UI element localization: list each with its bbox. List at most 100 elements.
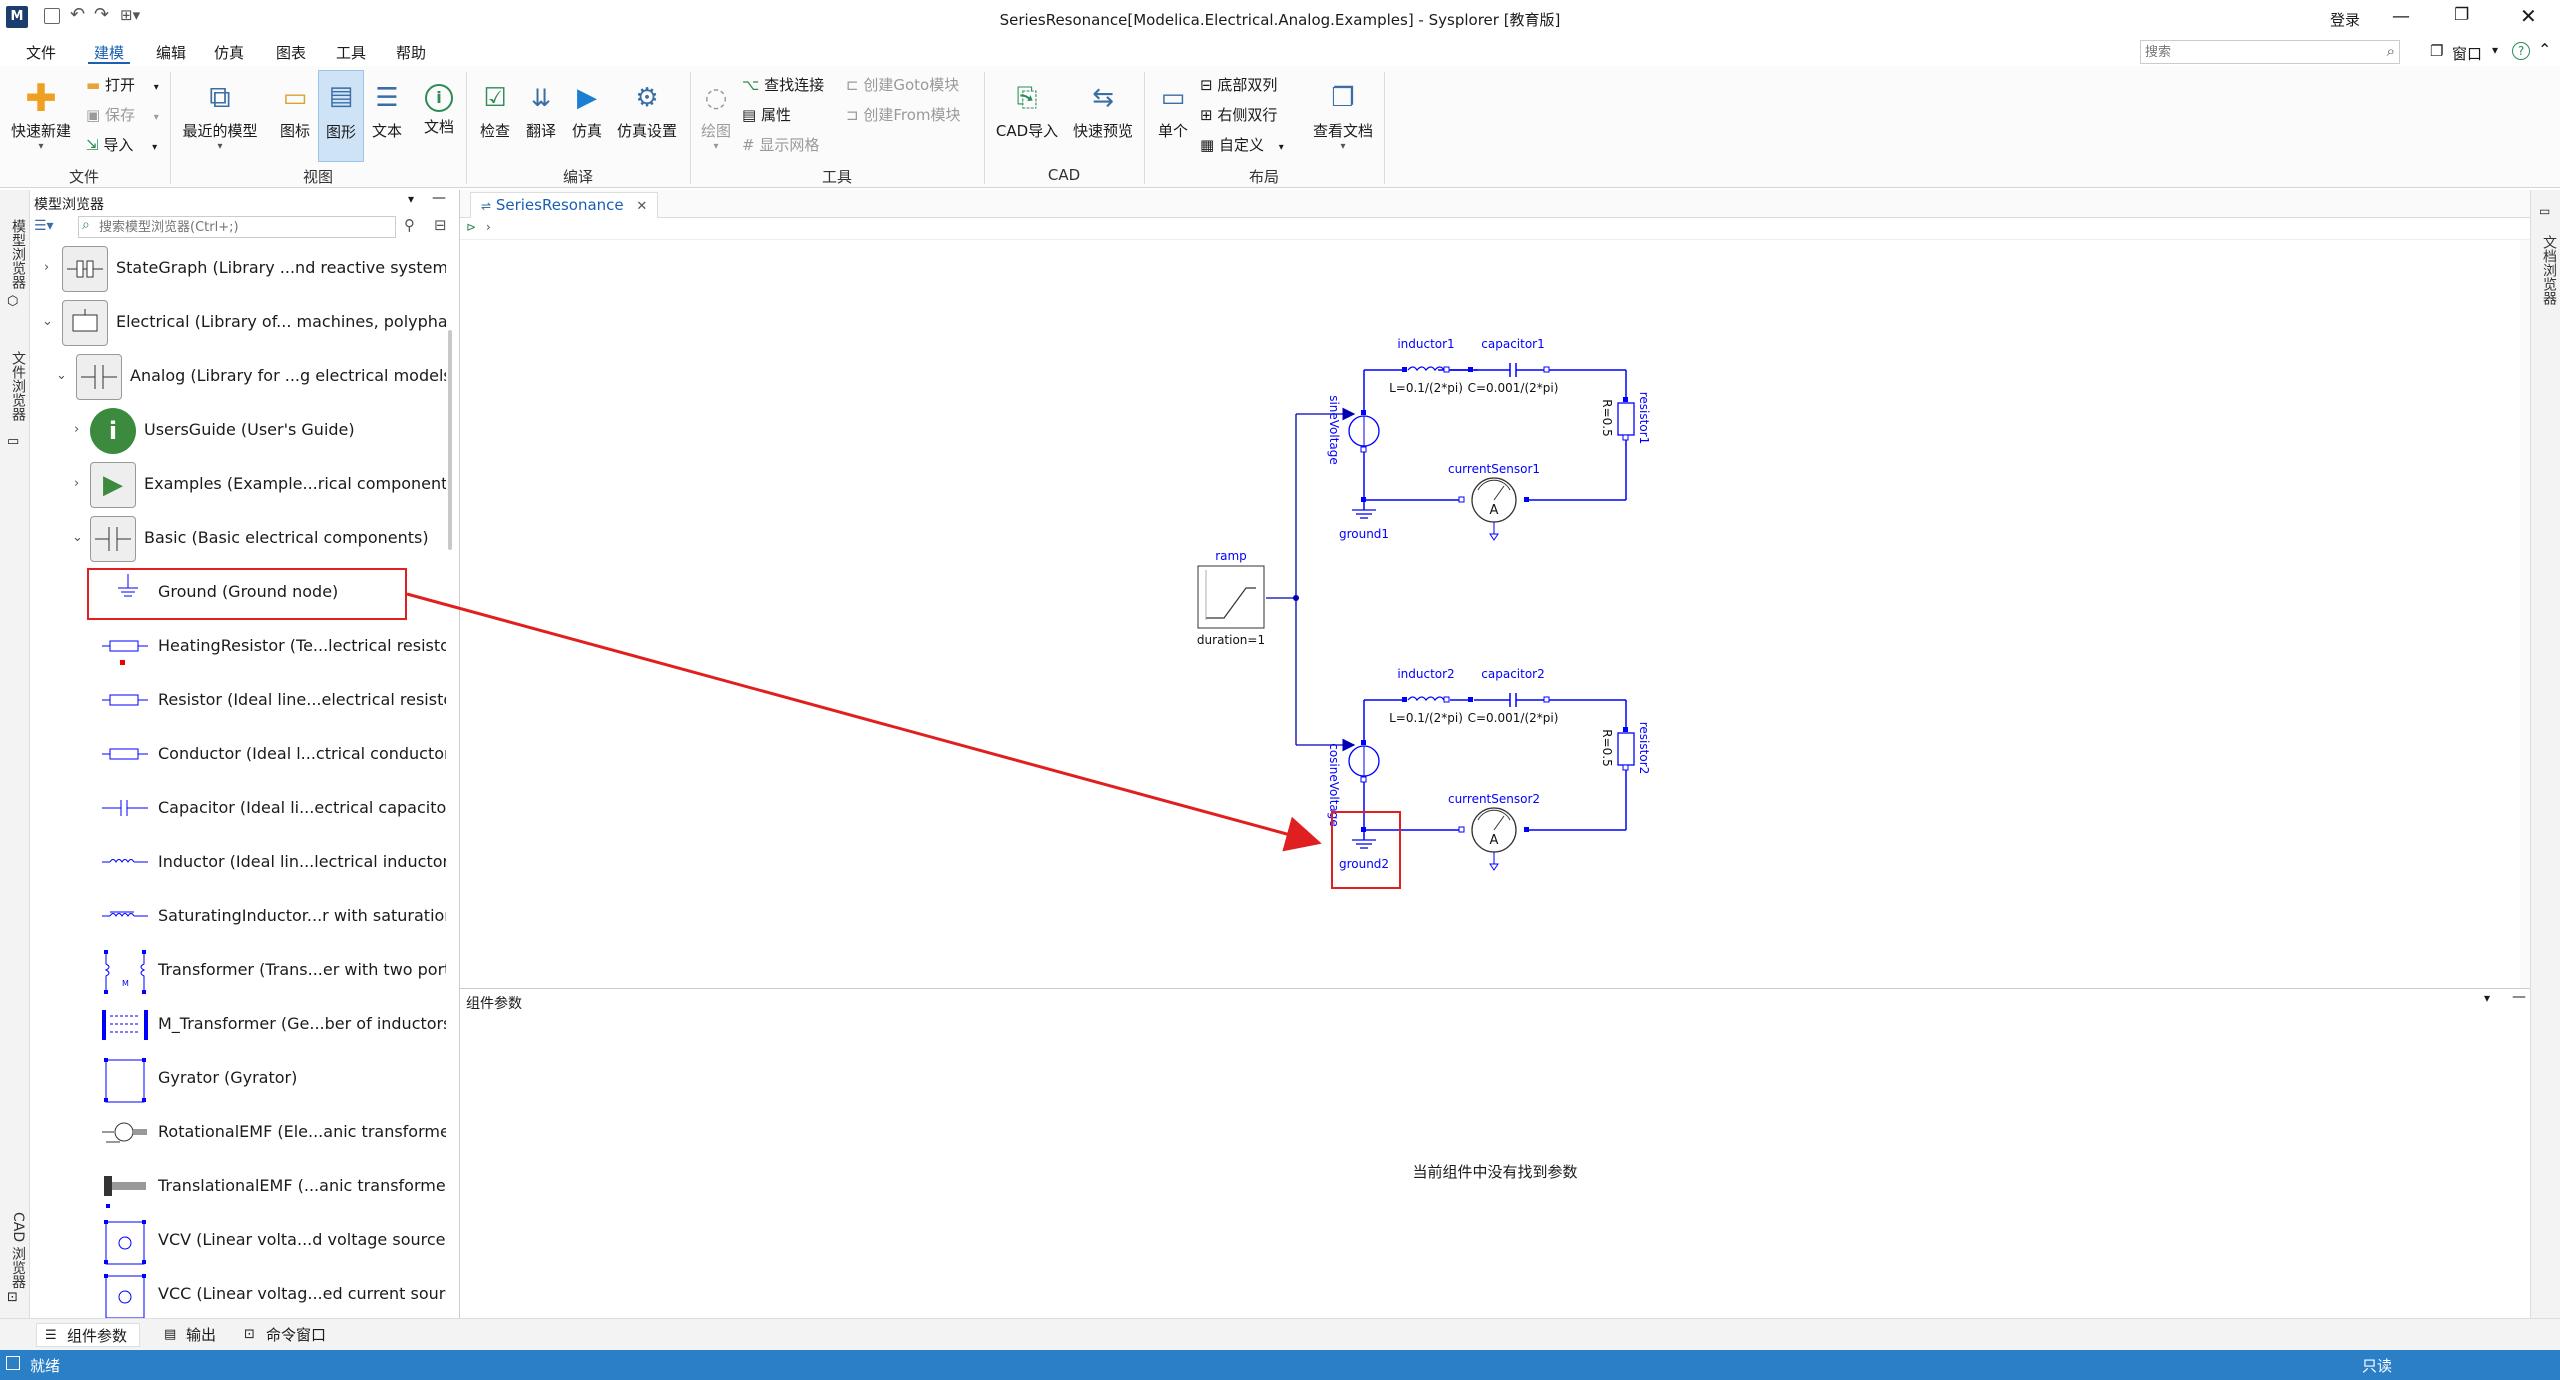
tree-item-electrical[interactable]: ⌄ Electrical (Library of... machines, po… xyxy=(30,296,446,350)
tree-item-rotationalemf[interactable]: RotationalEMF (Ele...anic transformer)) xyxy=(30,1106,446,1160)
chevron-down-icon[interactable]: ⌄ xyxy=(42,314,53,329)
menu-file[interactable]: 文件 xyxy=(20,42,62,64)
tree-item-usersguide[interactable]: › i UsersGuide (User's Guide) xyxy=(30,404,446,458)
tree-item-examples[interactable]: › ▶ Examples (Example...rical components… xyxy=(30,458,446,512)
doc-view-button[interactable]: i 文档 xyxy=(418,76,460,137)
tree-item-analog[interactable]: ⌄ Analog (Library for ...g electrical mo… xyxy=(30,350,446,404)
diagram-view-button[interactable]: ▤ 图形 xyxy=(318,70,364,162)
quick-access-icon[interactable]: ⊞▾ xyxy=(120,6,140,24)
tab-cad-browser[interactable]: CAD 浏览器 xyxy=(2,1200,28,1300)
find-connection-button[interactable]: ⌥ 查找连接 xyxy=(742,72,824,98)
chevron-right-icon[interactable]: › xyxy=(74,422,79,437)
capacitor2-symbol[interactable] xyxy=(1474,693,1550,707)
tree-item-vcv[interactable]: VCV (Linear volta...d voltage source) xyxy=(30,1214,446,1268)
chevron-down-icon[interactable]: ▾ xyxy=(2492,43,2498,57)
tree-item-saturatinginductor[interactable]: SaturatingInductor...r with saturation) xyxy=(30,890,446,944)
inductor1-symbol[interactable] xyxy=(1402,366,1473,373)
tree-item-basic[interactable]: ⌄ Basic (Basic electrical components) xyxy=(30,512,446,566)
create-goto-button[interactable]: ⊏ 创建Goto模块 xyxy=(846,72,959,98)
resistor2-symbol[interactable] xyxy=(1617,727,1635,771)
menu-chart[interactable]: 图表 xyxy=(270,42,312,64)
chevron-down-icon[interactable]: ⌄ xyxy=(72,530,83,545)
menu-tools[interactable]: 工具 xyxy=(330,42,372,64)
show-grid-button[interactable]: # 显示网格 xyxy=(742,132,819,158)
cad-import-button[interactable]: ⎘ CAD导入 xyxy=(994,76,1060,141)
view-doc-button[interactable]: ❐ 查看文档 ▾ xyxy=(1310,76,1376,152)
close-icon[interactable]: ✕ xyxy=(2520,4,2537,28)
search-icon[interactable]: ⌕ xyxy=(2387,42,2395,60)
menu-help[interactable]: 帮助 xyxy=(390,42,432,64)
minimize-icon[interactable]: — xyxy=(2392,6,2410,27)
custom-layout-button[interactable]: ▦ 自定义 ▾ xyxy=(1200,132,1284,158)
tab-output[interactable]: ▤ 输出 xyxy=(156,1323,216,1347)
browser-search[interactable]: ⌕ xyxy=(78,216,396,238)
import-button[interactable]: ⇲ 导入 ▾ xyxy=(86,132,157,158)
chevron-right-icon[interactable]: › xyxy=(44,260,49,275)
tab-file-browser[interactable]: 文件浏览器 xyxy=(2,336,28,436)
resistor1-symbol[interactable] xyxy=(1617,397,1635,441)
save-icon[interactable] xyxy=(44,8,60,24)
tree-item-m-transformer[interactable]: M_Transformer (Ge...ber of inductors) xyxy=(30,998,446,1052)
tree-item-inductor[interactable]: Inductor (Ideal lin...lectrical inductor… xyxy=(30,836,446,890)
single-layout-button[interactable]: ▭ 单个 xyxy=(1150,76,1196,141)
browser-scrollbar[interactable] xyxy=(448,330,452,550)
tree-item-conductor[interactable]: Conductor (Ideal l...ctrical conductor) xyxy=(30,728,446,782)
tab-doc-browser[interactable]: 文档浏览器 xyxy=(2533,220,2559,320)
text-view-button[interactable]: ☰ 文本 xyxy=(366,76,408,141)
tree-item-heatingresistor[interactable]: HeatingResistor (Te...lectrical resistor… xyxy=(30,620,446,674)
open-button[interactable]: ▬ 打开 ▾ xyxy=(86,72,159,98)
maximize-icon[interactable]: ❐ xyxy=(2454,5,2469,25)
chevron-down-icon[interactable]: ⌄ xyxy=(56,368,67,383)
bottom-dual-button[interactable]: ⊟ 底部双列 xyxy=(1200,72,1277,98)
menu-simulation[interactable]: 仿真 xyxy=(208,42,250,64)
tree-item-gyrator[interactable]: Gyrator (Gyrator) xyxy=(30,1052,446,1106)
tree-item-stategraph[interactable]: › StateGraph (Library ...nd reactive sys… xyxy=(30,242,446,296)
tree-item-vcc[interactable]: VCC (Linear voltag...ed current source) xyxy=(30,1268,446,1318)
ground2-symbol[interactable] xyxy=(1331,811,1401,889)
params-minimize-icon[interactable]: — xyxy=(2512,989,2526,1005)
properties-button[interactable]: ▤ 属性 xyxy=(742,102,791,128)
capacitor1-symbol[interactable] xyxy=(1474,363,1550,377)
icon-view-button[interactable]: ▭ 图标 xyxy=(274,76,316,141)
login-link[interactable]: 登录 xyxy=(2330,9,2360,30)
menu-modeling[interactable]: 建模 xyxy=(88,42,131,64)
simulate-button[interactable]: ▶ 仿真 xyxy=(566,76,608,141)
window-icon[interactable]: ❐ xyxy=(2430,42,2443,60)
tree-item-transformer[interactable]: M Transformer (Trans...er with two ports… xyxy=(30,944,446,998)
menu-edit[interactable]: 编辑 xyxy=(150,42,192,64)
browser-menu-icon[interactable]: ▾ xyxy=(408,192,414,206)
tab-command-window[interactable]: ⊡ 命令窗口 xyxy=(236,1323,326,1347)
draw-button[interactable]: ◌ 绘图 ▾ xyxy=(696,76,736,152)
tree-item-translationalemf[interactable]: TranslationalEMF (...anic transformer)) xyxy=(30,1160,446,1214)
window-menu[interactable]: 窗口 xyxy=(2452,43,2482,64)
tree-item-resistor[interactable]: Resistor (Ideal line...electrical resist… xyxy=(30,674,446,728)
filter-icon[interactable]: ⚲ xyxy=(404,216,415,234)
global-search-input[interactable] xyxy=(2141,41,2361,64)
browser-search-input[interactable] xyxy=(99,218,389,236)
translate-button[interactable]: ⇊ 翻译 xyxy=(520,76,562,141)
quick-new-button[interactable]: ✚ 快速新建 ▾ xyxy=(8,76,74,152)
recent-models-button[interactable]: ⧉ 最近的模型 ▾ xyxy=(178,76,262,152)
editor-scrollbar-v[interactable] xyxy=(2520,240,2530,988)
browser-list-icon[interactable]: ☰▾ xyxy=(34,218,54,234)
help-icon[interactable]: ? xyxy=(2512,42,2530,60)
collapse-ribbon-icon[interactable]: ⌃ xyxy=(2538,40,2551,59)
quick-preview-button[interactable]: ⇆ 快速预览 xyxy=(1068,76,1138,141)
tab-component-params[interactable]: ☰ 组件参数 xyxy=(36,1323,141,1347)
undo-icon[interactable]: ↶ xyxy=(70,4,85,25)
params-menu-icon[interactable]: ▾ xyxy=(2484,991,2490,1005)
chevron-right-icon[interactable]: › xyxy=(74,476,79,491)
redo-icon[interactable]: ↷ xyxy=(94,4,109,25)
tab-model-browser[interactable]: 模型浏览器 xyxy=(2,204,28,304)
right-dual-button[interactable]: ⊞ 右侧双行 xyxy=(1200,102,1277,128)
browser-minimize-icon[interactable]: — xyxy=(432,190,446,206)
create-from-button[interactable]: ⊐ 创建From模块 xyxy=(846,102,961,128)
inductor2-symbol[interactable] xyxy=(1402,696,1473,703)
cosinevoltage-symbol[interactable] xyxy=(1348,740,1380,783)
global-search[interactable]: ⌕ xyxy=(2140,40,2400,64)
collapse-all-icon[interactable]: ⊟ xyxy=(434,216,447,234)
save-button[interactable]: ▣ 保存 ▾ xyxy=(86,102,159,128)
sim-settings-button[interactable]: ⚙ 仿真设置 xyxy=(612,76,682,141)
tree-item-ground[interactable]: Ground (Ground node) xyxy=(30,566,446,620)
tree-item-capacitor[interactable]: Capacitor (Ideal li...ectrical capacitor… xyxy=(30,782,446,836)
